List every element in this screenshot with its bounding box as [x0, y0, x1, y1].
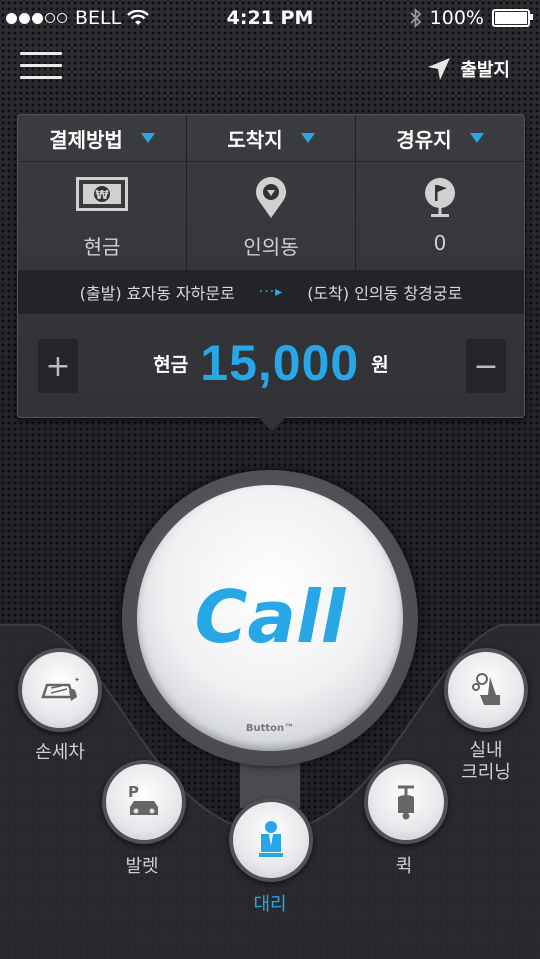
- battery-percent: 100%: [429, 7, 484, 29]
- fare-amount: 15,000: [200, 335, 360, 391]
- trip-panel: 결제방법 ₩ 현금 도착지 인의동 경유지 0 (출발) 효자동 자하문로 ··…: [17, 114, 525, 431]
- route-to: (도착) 인의동 창경궁로: [307, 284, 463, 303]
- valet-label: 발렛: [125, 856, 159, 877]
- fare-unit: 원: [371, 353, 389, 376]
- svg-text:₩: ₩: [95, 188, 109, 202]
- map-pin-icon: [187, 177, 355, 219]
- quick-delivery-button[interactable]: [364, 760, 448, 844]
- waypoint-value: 0: [433, 231, 447, 255]
- menu-button[interactable]: [20, 52, 62, 80]
- waypoint-flag-icon: [356, 177, 524, 219]
- departure-button[interactable]: 출발지: [426, 56, 510, 82]
- fare-method: 현금: [153, 353, 189, 376]
- dropdown-arrow-icon: [140, 133, 155, 143]
- scooter-icon: [388, 783, 424, 821]
- payment-method-label: 결제방법: [49, 127, 123, 152]
- valet-parking-icon: P: [124, 783, 164, 821]
- call-button[interactable]: Call Button™: [137, 485, 403, 751]
- car-seat-icon: [466, 671, 506, 709]
- interior-cleaning-label: 실내 크리닝: [461, 740, 511, 783]
- payment-method-value: 현금: [83, 235, 121, 259]
- battery-icon: [492, 9, 533, 27]
- fare-section: + 현금 15,000 원 −: [18, 314, 524, 417]
- status-bar: BELL 4:21 PM 100%: [0, 0, 540, 36]
- car-wash-button[interactable]: ✦: [18, 648, 102, 732]
- call-label: Call: [194, 575, 346, 659]
- payment-method-column[interactable]: 결제방법 ₩ 현금: [18, 115, 187, 270]
- waypoint-column[interactable]: 경유지 0: [356, 115, 524, 270]
- svg-text:✦: ✦: [74, 676, 80, 684]
- location-arrow-icon: [426, 56, 452, 82]
- cash-icon: ₩: [18, 177, 186, 211]
- dropdown-arrow-icon: [300, 133, 315, 143]
- decrease-fare-button[interactable]: −: [466, 339, 506, 393]
- valet-button[interactable]: P: [102, 760, 186, 844]
- call-button-caption: Button™: [245, 723, 295, 734]
- route-arrow-icon: ···▸: [258, 284, 284, 300]
- status-right: 100%: [410, 7, 533, 29]
- svg-text:P: P: [128, 783, 139, 801]
- driver-person-icon: [256, 820, 286, 860]
- destination-value: 인의동: [243, 235, 299, 259]
- trip-options: 결제방법 ₩ 현금 도착지 인의동 경유지 0: [18, 115, 524, 270]
- waypoint-label: 경유지: [396, 127, 452, 152]
- dropdown-arrow-icon: [469, 133, 484, 143]
- bluetooth-icon: [410, 8, 422, 28]
- departure-label: 출발지: [460, 60, 510, 81]
- designated-driver-button[interactable]: [229, 798, 313, 882]
- route-summary: (출발) 효자동 자하문로 ···▸ (도착) 인의동 창경궁로: [18, 270, 524, 314]
- destination-label: 도착지: [227, 127, 283, 152]
- car-wash-icon: ✦: [39, 675, 81, 705]
- quick-delivery-label: 퀵: [395, 856, 413, 877]
- destination-column[interactable]: 도착지 인의동: [187, 115, 356, 270]
- route-from: (출발) 효자동 자하문로: [79, 284, 235, 303]
- hamburger-icon: [20, 52, 62, 55]
- designated-driver-label: 대리: [253, 894, 287, 915]
- interior-cleaning-button[interactable]: [444, 648, 528, 732]
- car-wash-label: 손세차: [35, 742, 85, 763]
